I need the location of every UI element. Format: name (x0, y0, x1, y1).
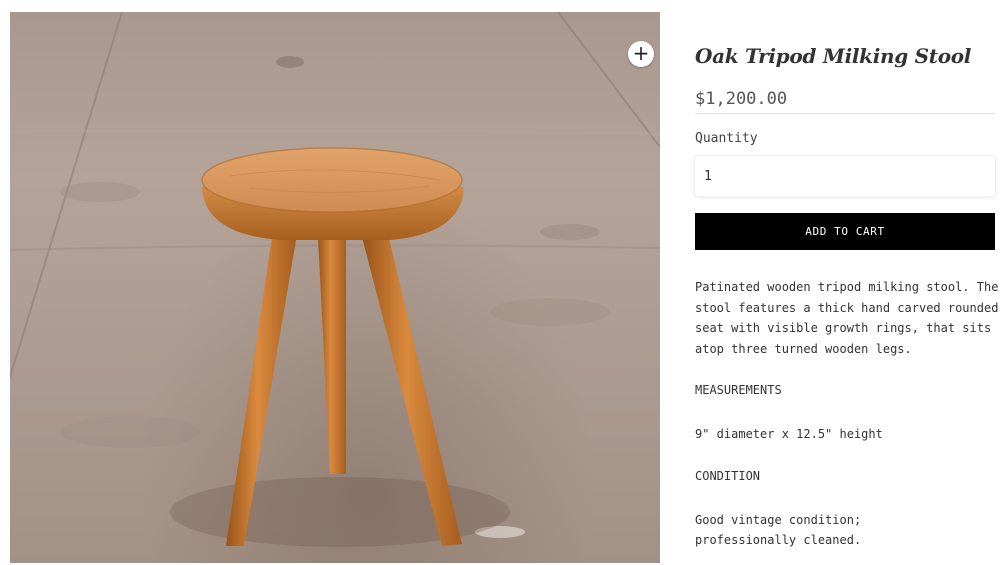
stool-photo (10, 12, 660, 547)
product-image[interactable]: + (10, 12, 660, 563)
add-to-cart-button[interactable]: ADD TO CART (695, 213, 995, 250)
condition-line: Good vintage condition; (695, 513, 862, 527)
quantity-label: Quantity (695, 131, 758, 146)
divider (695, 113, 995, 114)
product-title: Oak Tripod Milking Stool (695, 44, 972, 68)
description-line: atop three turned wooden legs. (695, 341, 912, 356)
measurements-heading: MEASUREMENTS (695, 383, 782, 397)
measurements-value: 9" diameter x 12.5" height (695, 427, 883, 441)
quantity-input[interactable] (695, 156, 995, 196)
product-description: Patinated wooden tripod milking stool. T… (695, 277, 999, 359)
plus-icon: + (632, 41, 650, 65)
description-line: Patinated wooden tripod milking stool. T… (695, 280, 999, 294)
description-line: stool features a thick hand carved round… (695, 300, 999, 315)
condition-line: professionally cleaned. (695, 533, 862, 547)
zoom-button[interactable]: + (628, 41, 654, 67)
product-price: $1,200.00 (695, 89, 788, 109)
description-line: seat with visible growth rings, that sit… (695, 321, 992, 335)
condition-heading: CONDITION (695, 469, 761, 483)
